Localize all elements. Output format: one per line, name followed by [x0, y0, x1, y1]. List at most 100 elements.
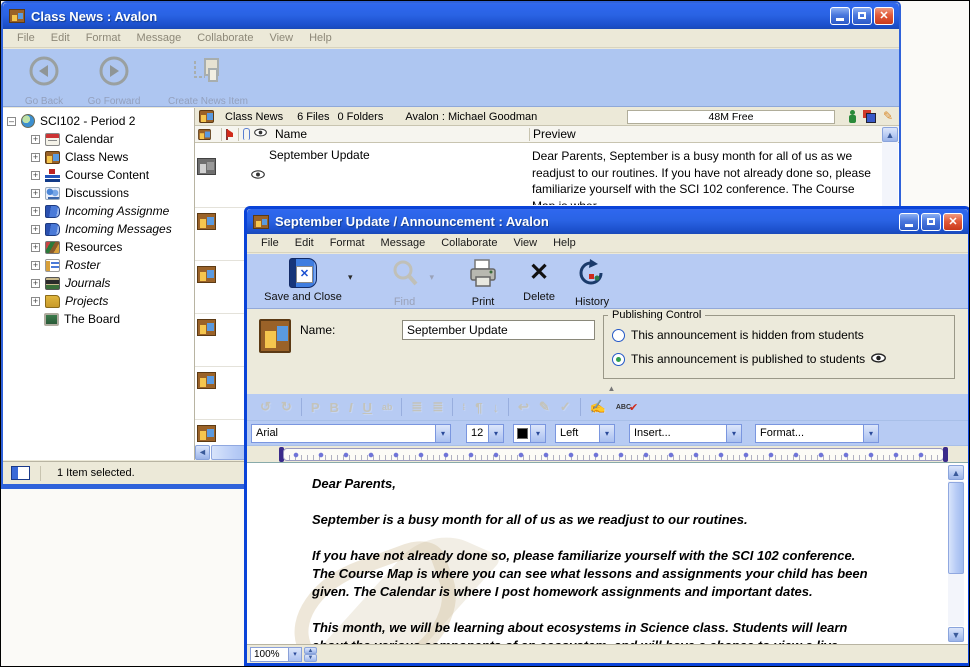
tree-item-course-content[interactable]: + Course Content	[3, 166, 194, 184]
scroll-up-button[interactable]: ▲	[882, 127, 898, 142]
close-button[interactable]: ✕	[943, 213, 963, 231]
zoom-level-select[interactable]: 100% ▾	[250, 647, 302, 662]
menu-file[interactable]: File	[9, 30, 43, 46]
minimize-button[interactable]	[899, 213, 919, 231]
news-item-icon[interactable]	[197, 266, 216, 283]
list-item-name[interactable]: September Update	[269, 148, 370, 162]
back-titlebar[interactable]: Class News : Avalon ✕	[3, 3, 899, 29]
tree-item-calendar[interactable]: + Calendar	[3, 130, 194, 148]
chevron-down-icon[interactable]: ▾	[435, 425, 450, 442]
expand-box-icon[interactable]: +	[31, 207, 40, 216]
radio-button-icon[interactable]	[612, 329, 625, 342]
expand-box-icon[interactable]: +	[31, 261, 40, 270]
chevron-down-icon[interactable]: ▾	[288, 648, 301, 661]
pencil-icon[interactable]: ✎	[883, 110, 893, 123]
menu-format[interactable]: Format	[322, 235, 373, 251]
menu-view[interactable]: View	[505, 235, 545, 251]
format-select[interactable]: Format... ▾	[755, 424, 879, 443]
minimize-button[interactable]	[830, 7, 850, 25]
maximize-button[interactable]	[852, 7, 872, 25]
expand-box-icon[interactable]: +	[31, 153, 40, 162]
ruler[interactable]	[283, 448, 944, 461]
eye-column-icon[interactable]	[254, 128, 267, 140]
expand-box-icon[interactable]: +	[31, 189, 40, 198]
go-back-button[interactable]: Go Back	[13, 55, 75, 107]
alignment-select[interactable]: Left ▾	[555, 424, 615, 443]
menu-view[interactable]: View	[261, 30, 301, 46]
font-family-select[interactable]: Arial ▾	[251, 424, 451, 443]
tree-item-roster[interactable]: + Roster	[3, 256, 194, 274]
scroll-up-button[interactable]: ▲	[948, 465, 964, 480]
menu-help[interactable]: Help	[545, 235, 584, 251]
tree-item-journals[interactable]: + Journals	[3, 274, 194, 292]
expand-box-icon[interactable]: +	[31, 243, 40, 252]
expand-box-icon[interactable]: +	[31, 279, 40, 288]
menu-edit[interactable]: Edit	[43, 30, 78, 46]
close-button[interactable]: ✕	[874, 7, 894, 25]
maximize-button[interactable]	[921, 213, 941, 231]
menu-file[interactable]: File	[253, 235, 287, 251]
expand-box-icon[interactable]: +	[31, 171, 40, 180]
menu-collaborate[interactable]: Collaborate	[189, 30, 261, 46]
tree-item-incoming-assignments[interactable]: + Incoming Assignme	[3, 202, 194, 220]
menu-collaborate[interactable]: Collaborate	[433, 235, 505, 251]
tree-root-sci102[interactable]: – SCI102 - Period 2	[3, 112, 194, 130]
tree-item-projects[interactable]: + Projects	[3, 292, 194, 310]
expand-box-icon[interactable]: +	[31, 135, 40, 144]
news-item-icon[interactable]	[197, 425, 216, 442]
font-size-select[interactable]: 12 ▾	[466, 424, 504, 443]
news-item-icon[interactable]	[197, 158, 216, 175]
permissions-icon[interactable]	[863, 110, 876, 123]
tree-item-discussions[interactable]: + Discussions	[3, 184, 194, 202]
insert-select[interactable]: Insert... ▾	[629, 424, 742, 443]
history-button[interactable]: History	[566, 258, 618, 308]
collapse-box-icon[interactable]: –	[7, 117, 16, 126]
spin-up-icon[interactable]: ▲	[304, 647, 317, 655]
ruler-right-margin-marker[interactable]	[943, 447, 948, 462]
save-and-close-button[interactable]: Save and Close	[261, 258, 345, 303]
menu-help[interactable]: Help	[301, 30, 340, 46]
spell-check-icon[interactable]: ABC ✔	[611, 401, 643, 414]
tree-item-the-board[interactable]: The Board	[3, 310, 194, 328]
front-titlebar[interactable]: September Update / Announcement : Avalon…	[247, 209, 968, 234]
chevron-down-icon[interactable]: ▾	[488, 425, 503, 442]
font-color-select[interactable]: ▾	[513, 424, 546, 443]
attachment-column-icon[interactable]	[243, 128, 250, 140]
body-text[interactable]: Dear Parents, September is a busy month …	[312, 475, 878, 644]
name-input[interactable]	[402, 320, 595, 340]
scroll-left-button[interactable]: ◄	[195, 445, 210, 460]
delete-button[interactable]: ✕ Delete	[516, 258, 562, 303]
radio-button-selected-icon[interactable]	[612, 353, 625, 366]
expand-box-icon[interactable]: +	[31, 297, 40, 306]
radio-hidden-option[interactable]: This announcement is hidden from student…	[612, 328, 864, 342]
chevron-down-icon[interactable]: ▾	[863, 425, 878, 442]
spin-down-icon[interactable]: ▼	[304, 654, 317, 662]
go-forward-button[interactable]: Go Forward	[79, 55, 149, 107]
create-news-item-button[interactable]: Create News Item	[153, 55, 263, 107]
radio-published-option[interactable]: This announcement is published to studen…	[612, 352, 886, 366]
collapse-header-handle-icon[interactable]: ▲	[608, 384, 616, 393]
scroll-down-button[interactable]: ▼	[948, 627, 964, 642]
news-item-icon[interactable]	[197, 213, 216, 230]
column-name[interactable]: Name	[275, 127, 307, 141]
menu-format[interactable]: Format	[78, 30, 129, 46]
status-window-icon[interactable]	[11, 466, 30, 480]
save-options-caret-icon[interactable]: ▾	[348, 272, 353, 283]
online-user-icon[interactable]	[849, 110, 856, 123]
item-type-column-icon[interactable]	[198, 128, 211, 139]
menu-edit[interactable]: Edit	[287, 235, 322, 251]
chevron-down-icon[interactable]: ▾	[599, 425, 614, 442]
tree-item-class-news[interactable]: + Class News	[3, 148, 194, 166]
expand-box-icon[interactable]: +	[31, 225, 40, 234]
tree-item-incoming-messages[interactable]: + Incoming Messages	[3, 220, 194, 238]
column-preview[interactable]: Preview	[533, 127, 576, 141]
scrollbar-thumb[interactable]	[948, 482, 964, 574]
menu-message[interactable]: Message	[129, 30, 190, 46]
news-item-icon[interactable]	[197, 372, 216, 389]
menu-message[interactable]: Message	[373, 235, 434, 251]
zoom-spinner[interactable]: ▲ ▼	[304, 647, 317, 662]
chevron-down-icon[interactable]: ▾	[530, 425, 545, 442]
print-button[interactable]: Print	[458, 258, 508, 308]
flag-column-icon[interactable]	[226, 129, 234, 140]
chevron-down-icon[interactable]: ▾	[726, 425, 741, 442]
